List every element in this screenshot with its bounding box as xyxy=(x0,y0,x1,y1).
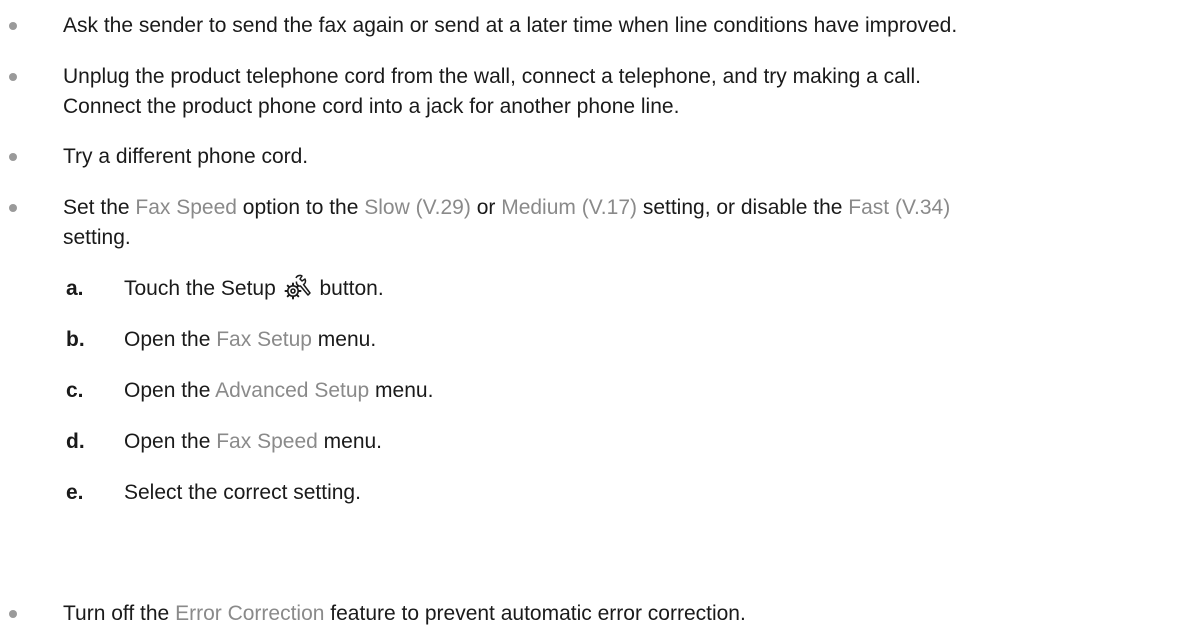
text-run: button. xyxy=(313,277,384,300)
step-text: Touch the Setup button. xyxy=(124,274,384,304)
text-run: Open the xyxy=(124,379,216,402)
text-run: setting, or disable the xyxy=(637,196,849,219)
text-run: Set the xyxy=(63,196,136,219)
ui-term-error-correction: Error Correction xyxy=(175,602,325,625)
text-run: menu. xyxy=(311,328,377,351)
text-run: Open the xyxy=(124,430,217,453)
bullet-text: Unplug the product telephone cord from t… xyxy=(63,62,1191,122)
step-text: Open the Fax Speed menu. xyxy=(124,427,382,457)
bullet-dot xyxy=(9,610,17,618)
step-letter: c. xyxy=(66,379,84,402)
ui-term-slow: Slow (V.29) xyxy=(364,196,471,219)
bullet-text-line: Connect the product phone cord into a ja… xyxy=(63,95,680,118)
bullet-text-line: setting. xyxy=(63,226,131,249)
text-run: menu. xyxy=(317,430,383,453)
bullet-text: Ask the sender to send the fax again or … xyxy=(63,14,958,37)
bullet-dot xyxy=(9,73,17,81)
step-letter: e. xyxy=(66,481,84,504)
ui-term-medium: Medium (V.17) xyxy=(501,196,637,219)
bullet-text-line: Unplug the product telephone cord from t… xyxy=(63,65,922,88)
text-run: Turn off the xyxy=(63,602,176,625)
step-letter: b. xyxy=(66,328,85,351)
step-text: Open the Fax Setup menu. xyxy=(124,325,376,355)
bullet-dot xyxy=(9,153,17,161)
step-text: Open the Advanced Setup menu. xyxy=(124,376,433,406)
bullet-text: Turn off the Error Correction feature to… xyxy=(63,599,1191,629)
text-run: menu. xyxy=(369,379,434,402)
bullet-text: Set the Fax Speed option to the Slow (V.… xyxy=(63,193,1191,253)
bullet-text-line: Set the Fax Speed option to the Slow (V.… xyxy=(63,193,1191,223)
step-text: Select the correct setting. xyxy=(124,481,361,504)
text-run: Open the xyxy=(124,328,217,351)
bullet-text: Try a different phone cord. xyxy=(63,145,309,168)
text-run: Touch the Setup xyxy=(124,277,282,300)
step-letter: a. xyxy=(66,277,84,300)
ui-term-fast: Fast (V.34) xyxy=(848,196,951,219)
text-run: feature to prevent automatic error corre… xyxy=(324,602,746,625)
ui-term-fax-setup: Fax Setup xyxy=(216,328,312,351)
ui-term-advanced-setup: Advanced Setup xyxy=(215,379,370,402)
ui-term-fax-speed: Fax Speed xyxy=(216,430,318,453)
step-letter: d. xyxy=(66,430,85,453)
bullet-dot xyxy=(9,22,17,30)
text-run: option to the xyxy=(236,196,365,219)
setup-icon xyxy=(284,274,312,300)
text-run: or xyxy=(470,196,502,219)
ui-term-fax-speed: Fax Speed xyxy=(135,196,237,219)
bullet-dot xyxy=(9,204,17,212)
